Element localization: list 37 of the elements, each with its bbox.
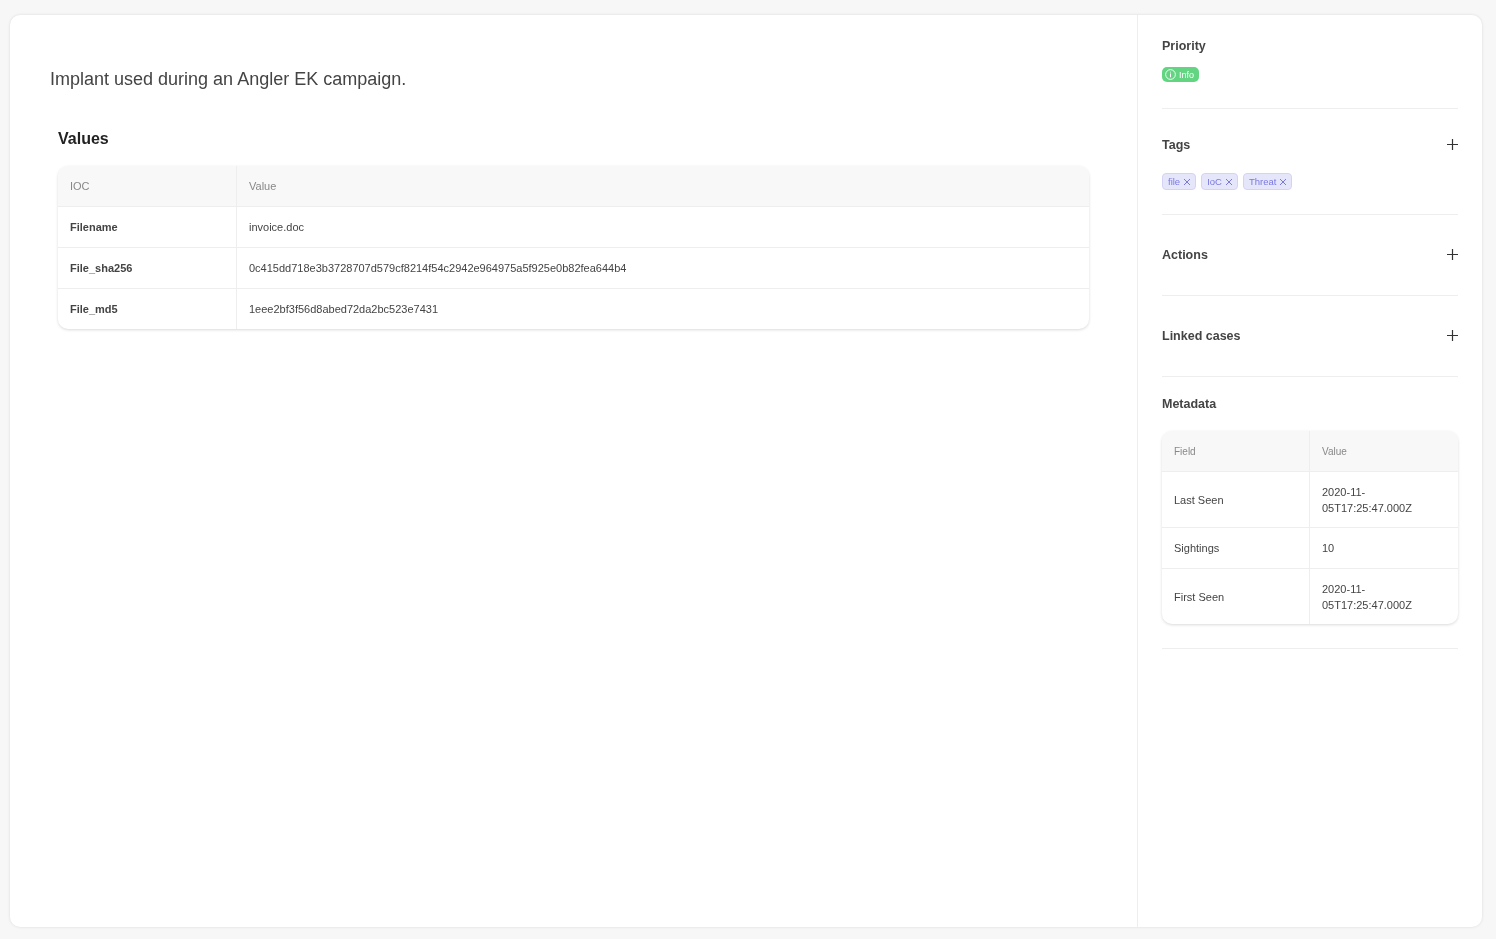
add-button[interactable]	[1447, 247, 1458, 263]
column-header: Field	[1162, 431, 1310, 471]
close-icon[interactable]	[1280, 178, 1287, 185]
section-title: Metadata	[1162, 397, 1218, 411]
plus-icon	[1447, 139, 1458, 150]
table-cell: 10	[1310, 527, 1458, 568]
table-cell: 2020-11-05T17:25:47.000Z	[1310, 568, 1458, 624]
section-title: Actions	[1162, 248, 1208, 262]
info-icon	[1165, 69, 1176, 80]
close-icon[interactable]	[1184, 178, 1191, 185]
column-header: Value	[237, 166, 1089, 206]
column-header: Value	[1310, 431, 1458, 471]
plus-icon	[1447, 249, 1458, 260]
table-cell: invoice.doc	[237, 206, 1089, 247]
table-cell: File_md5	[58, 288, 237, 329]
table-cell: File_sha256	[58, 247, 237, 288]
table-cell: 0c415dd718e3b3728707d579cf8214f54c2942e964975a5f925e0b82fea644b4	[237, 247, 1089, 288]
close-icon[interactable]	[1225, 178, 1232, 185]
section-title: Priority	[1162, 39, 1207, 53]
section-title: Tags	[1162, 138, 1191, 152]
plus-icon	[1447, 330, 1458, 341]
table-cell: Sightings	[1162, 527, 1310, 568]
table-cell: Last Seen	[1162, 471, 1310, 527]
table-cell: Filename	[58, 206, 237, 247]
tag-chip[interactable]: file	[1162, 173, 1197, 190]
section-title: Values	[58, 130, 110, 148]
add-button[interactable]	[1447, 137, 1458, 153]
tag-chip[interactable]: IoC	[1201, 173, 1238, 190]
table-cell: 1eee2bf3f56d8abed72da2bc523e7431	[237, 288, 1089, 329]
column-header: IOC	[58, 166, 237, 206]
tag-chip[interactable]: Threat	[1242, 173, 1293, 190]
add-button[interactable]	[1447, 328, 1458, 344]
description-text: Implant used during an Angler EK campaign.	[50, 69, 408, 90]
section-title: Linked cases	[1162, 329, 1241, 343]
table-cell: 2020-11-05T17:25:47.000Z	[1310, 471, 1458, 527]
priority-badge: Info	[1162, 67, 1199, 82]
table-cell: First Seen	[1162, 568, 1310, 624]
